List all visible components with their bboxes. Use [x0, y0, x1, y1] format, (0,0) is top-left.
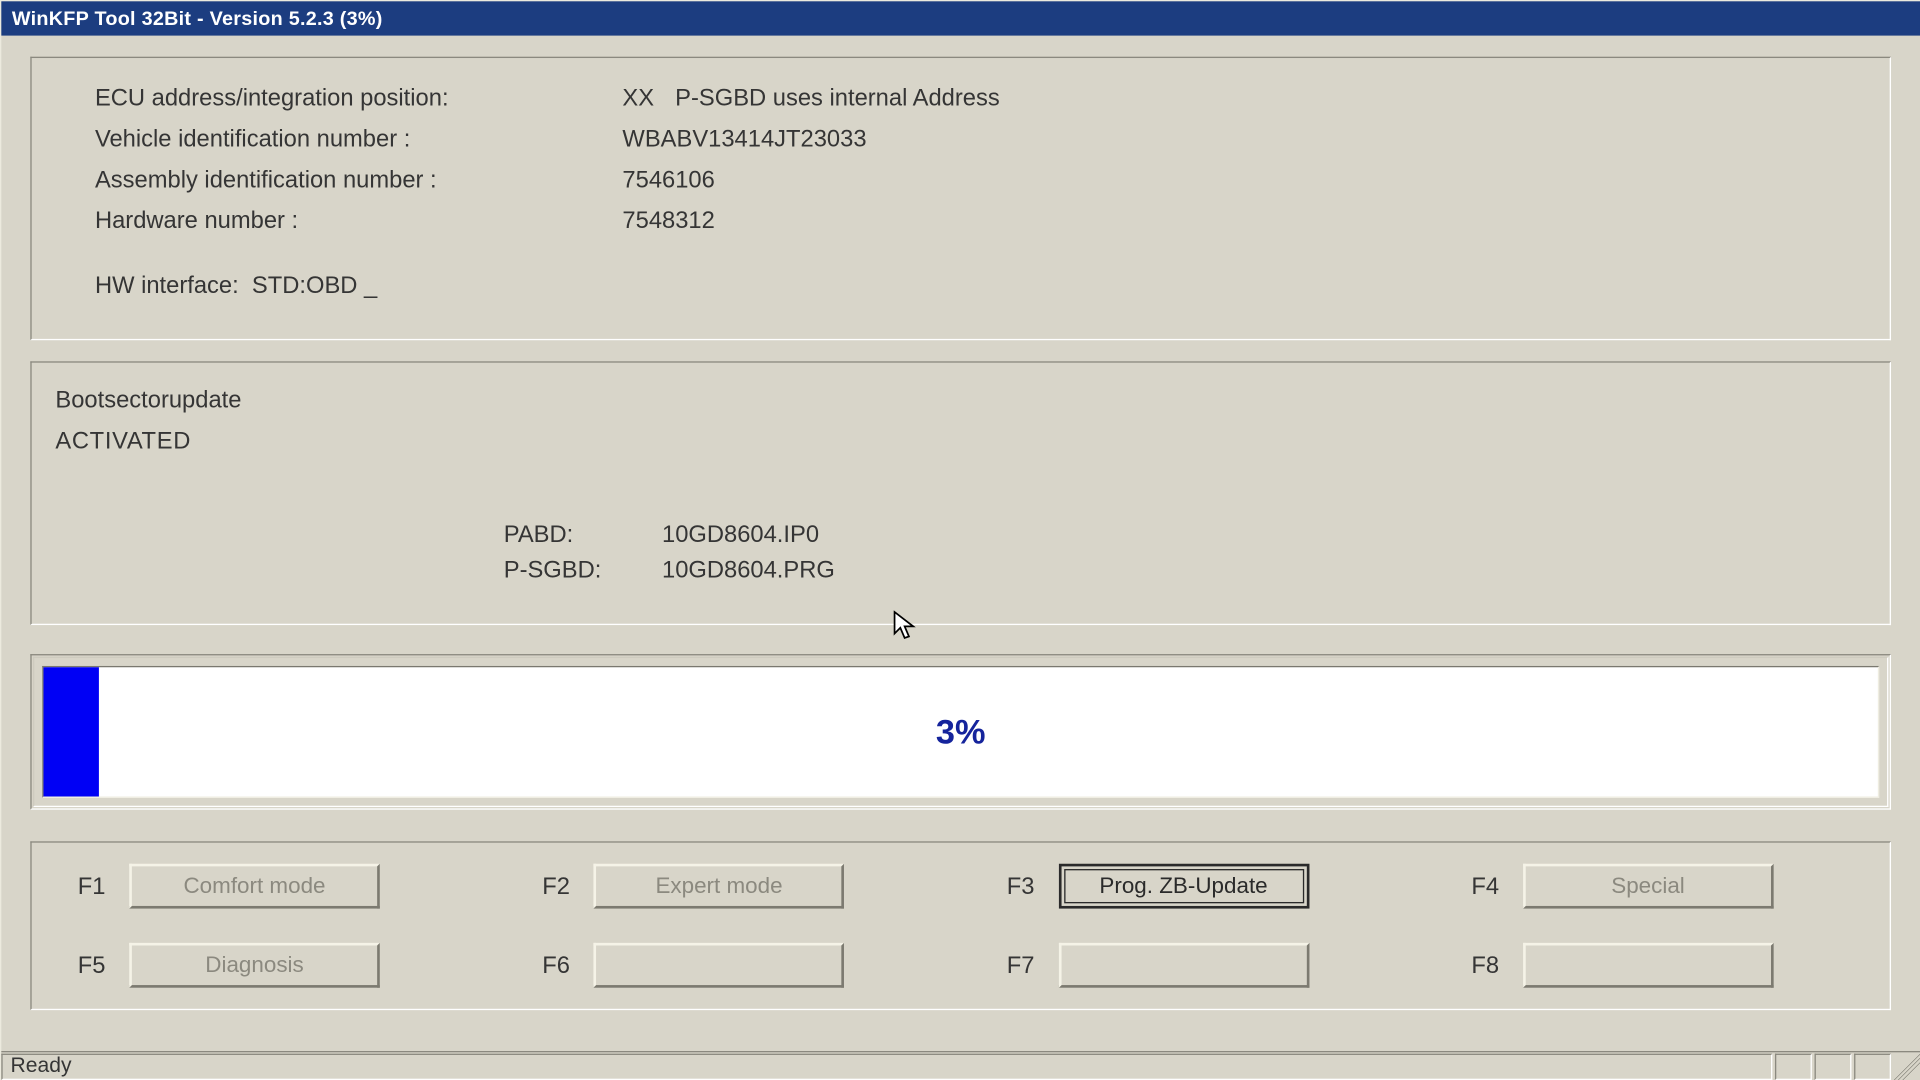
resize-grip-icon[interactable] [1894, 1053, 1920, 1079]
status-text: Ready [11, 1054, 72, 1078]
function-keys-panel: F1 Comfort mode F2 Expert mode F3 Prog. … [30, 841, 1891, 1010]
pabd-label: PABD: [504, 521, 662, 549]
f8-key-label: F8 [1452, 951, 1499, 979]
status-panel: Bootsectorupdate ACTIVATED PABD: 10GD860… [30, 361, 1891, 625]
bootsector-state: ACTIVATED [55, 427, 1866, 455]
ecu-address-value: P-SGBD uses internal Address [675, 84, 1000, 112]
f7-button[interactable] [1058, 943, 1309, 988]
f6-key-label: F6 [523, 951, 570, 979]
f4-key-label: F4 [1452, 872, 1499, 900]
f7-key-label: F7 [987, 951, 1034, 979]
hw-interface-value: STD:OBD _ [252, 272, 377, 300]
client-area: ECU address/integration position: XX P-S… [1, 57, 1920, 1072]
psgbd-label: P-SGBD: [504, 556, 662, 584]
ecu-address-label: ECU address/integration position: [95, 84, 622, 112]
vehicle-info-panel: ECU address/integration position: XX P-S… [30, 57, 1891, 341]
vin-label: Vehicle identification number : [95, 125, 622, 153]
vin-value: WBABV13414JT23033 [622, 125, 866, 153]
hw-interface-label: HW interface: [95, 272, 239, 300]
f5-key-label: F5 [58, 951, 105, 979]
status-cell-3 [1854, 1053, 1891, 1079]
comfort-mode-button[interactable]: Comfort mode [129, 864, 380, 909]
hardware-number-value: 7548312 [622, 207, 714, 235]
assembly-id-label: Assembly identification number : [95, 166, 622, 194]
expert-mode-button[interactable]: Expert mode [594, 864, 845, 909]
f3-key-label: F3 [987, 872, 1034, 900]
bootsector-label: Bootsectorupdate [55, 386, 1866, 414]
f2-key-label: F2 [523, 872, 570, 900]
ecu-address-prefix: XX [622, 84, 675, 112]
pabd-value: 10GD8604.IP0 [662, 521, 819, 549]
f1-key-label: F1 [58, 872, 105, 900]
progress-panel: 3% [30, 654, 1891, 810]
hardware-number-label: Hardware number : [95, 207, 622, 235]
status-bar: Ready [1, 1051, 1920, 1080]
prog-zb-update-button[interactable]: Prog. ZB-Update [1058, 864, 1309, 909]
titlebar[interactable]: WinKFP Tool 32Bit - Version 5.2.3 (3%) [1, 1, 1920, 35]
psgbd-value: 10GD8604.PRG [662, 556, 835, 584]
f6-button[interactable] [594, 943, 845, 988]
window-title: WinKFP Tool 32Bit - Version 5.2.3 (3%) [12, 7, 383, 29]
status-cell-2 [1815, 1053, 1852, 1079]
special-button[interactable]: Special [1523, 864, 1774, 909]
application-window: WinKFP Tool 32Bit - Version 5.2.3 (3%) E… [0, 0, 1920, 1080]
status-cell-1 [1775, 1053, 1812, 1079]
f8-button[interactable] [1523, 943, 1774, 988]
assembly-id-value: 7546106 [622, 166, 714, 194]
progress-bar: 3% [42, 666, 1879, 798]
diagnosis-button[interactable]: Diagnosis [129, 943, 380, 988]
progress-label: 3% [44, 667, 1878, 796]
